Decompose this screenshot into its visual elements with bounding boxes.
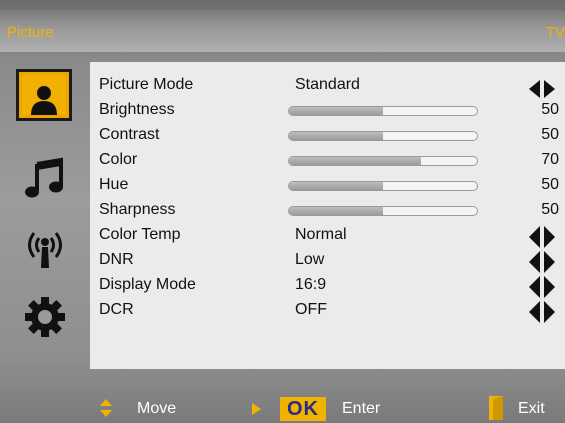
title-bar: Picture TV — [0, 10, 565, 52]
row-label: Contrast — [99, 126, 160, 143]
left-right-arrows-icon[interactable] — [529, 251, 555, 273]
settings-panel: Picture Mode Standard Brightness 50 Cont… — [90, 62, 565, 369]
row-label: DCR — [99, 301, 134, 318]
sharpness-slider[interactable] — [288, 206, 478, 216]
row-label: Picture Mode — [99, 76, 194, 93]
menu-row-display-mode[interactable]: Display Mode 16:9 — [90, 274, 565, 299]
menu-row-picture-mode[interactable]: Picture Mode Standard — [90, 74, 565, 99]
row-label: DNR — [99, 251, 134, 268]
exit-hint: Exit — [518, 400, 545, 417]
brightness-slider[interactable] — [288, 106, 478, 116]
menu-row-sharpness[interactable]: Sharpness 50 — [90, 199, 565, 224]
left-right-arrows-icon[interactable] — [529, 78, 555, 100]
row-number: 50 — [541, 176, 559, 193]
contrast-slider[interactable] — [288, 131, 478, 141]
row-label: Sharpness — [99, 201, 176, 218]
key-hint-bar: Move OK Enter Exit — [0, 390, 565, 423]
source-label: TV — [545, 24, 565, 41]
row-value: 16:9 — [295, 276, 327, 293]
gear-icon[interactable] — [18, 292, 72, 342]
row-label: Color — [99, 151, 138, 168]
menu-row-dnr[interactable]: DNR Low — [90, 249, 565, 274]
picture-icon[interactable] — [16, 69, 72, 121]
category-sidebar — [0, 52, 90, 370]
row-value: Normal — [295, 226, 347, 243]
enter-hint: Enter — [342, 400, 381, 417]
menu-row-color[interactable]: Color 70 — [90, 149, 565, 174]
row-label: Display Mode — [99, 276, 196, 293]
up-down-arrow-icon — [100, 399, 112, 417]
row-value: Low — [295, 251, 325, 268]
row-value: OFF — [295, 301, 327, 318]
slider-fill — [289, 157, 421, 165]
right-arrow-icon — [252, 403, 261, 415]
row-value: Standard — [295, 76, 360, 93]
hue-slider[interactable] — [288, 181, 478, 191]
row-label: Hue — [99, 176, 129, 193]
row-number: 50 — [541, 201, 559, 218]
row-label: Color Temp — [99, 226, 181, 243]
slider-fill — [289, 132, 383, 140]
menu-row-dcr[interactable]: DCR OFF — [90, 299, 565, 324]
left-right-arrows-icon[interactable] — [529, 226, 555, 248]
row-number: 70 — [541, 151, 559, 168]
menu-row-hue[interactable]: Hue 50 — [90, 174, 565, 199]
tv-osd-menu: Picture TV Picture Mode Standard Brightn… — [0, 0, 565, 423]
left-right-arrows-icon[interactable] — [529, 301, 555, 323]
row-number: 50 — [541, 126, 559, 143]
menu-row-contrast[interactable]: Contrast 50 — [90, 124, 565, 149]
row-label: Brightness — [99, 101, 175, 118]
row-number: 50 — [541, 101, 559, 118]
ok-key-icon: OK — [280, 397, 326, 421]
antenna-icon[interactable] — [18, 222, 72, 272]
menu-row-brightness[interactable]: Brightness 50 — [90, 99, 565, 124]
music-note-icon[interactable] — [18, 153, 72, 203]
menu-title: Picture — [7, 24, 54, 41]
slider-fill — [289, 107, 383, 115]
color-slider[interactable] — [288, 156, 478, 166]
left-right-arrows-icon[interactable] — [529, 276, 555, 298]
slider-fill — [289, 182, 383, 190]
menu-row-color-temp[interactable]: Color Temp Normal — [90, 224, 565, 249]
move-hint: Move — [137, 400, 177, 417]
exit-door-icon — [489, 396, 503, 420]
slider-fill — [289, 207, 383, 215]
